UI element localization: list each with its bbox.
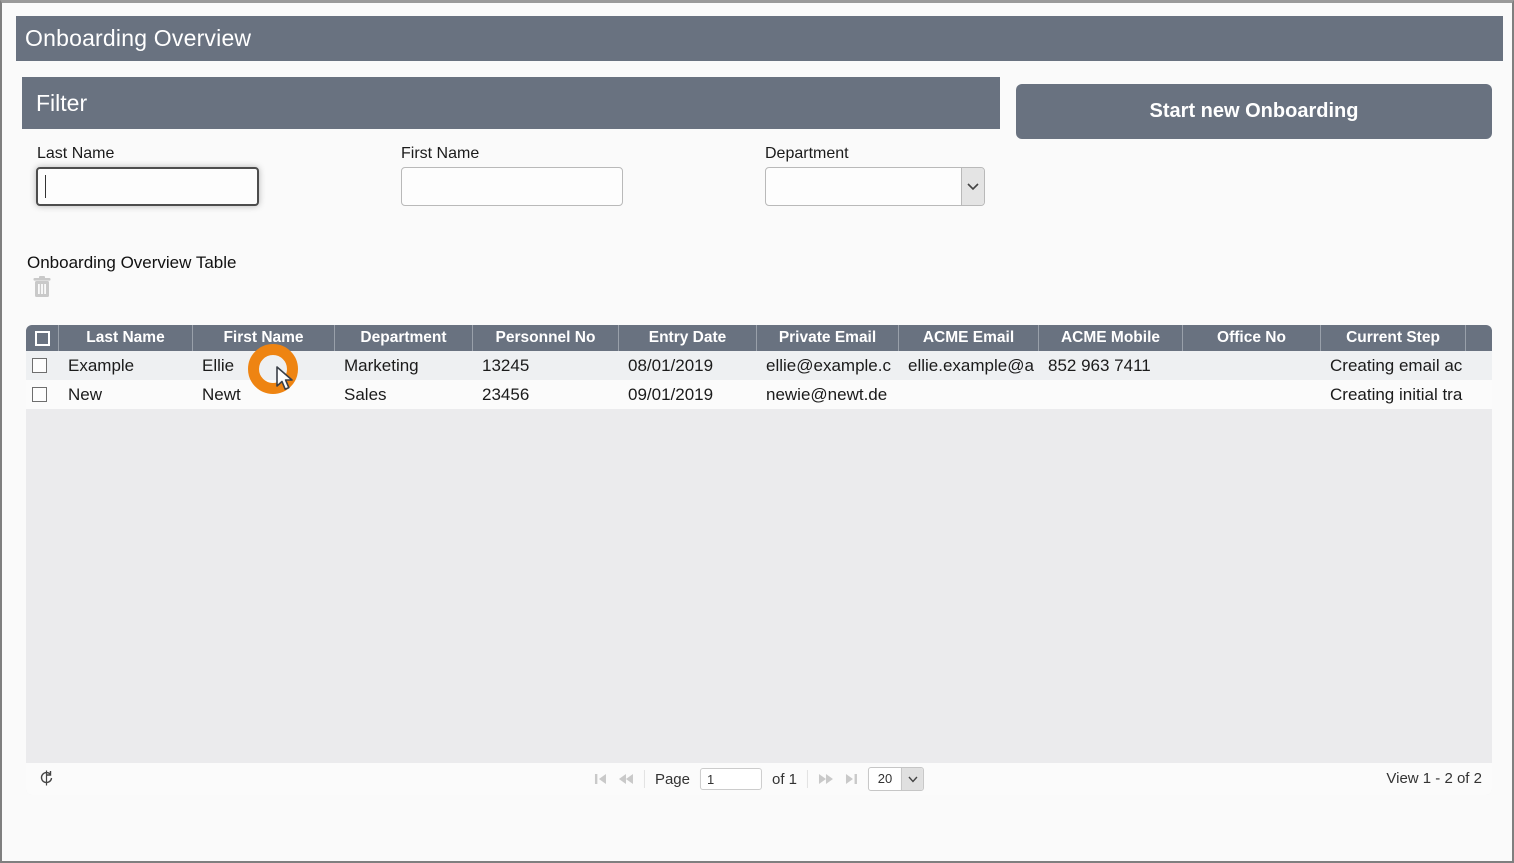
cell-current-step: Creating email ac bbox=[1330, 356, 1463, 375]
row-checkbox[interactable] bbox=[32, 358, 47, 373]
select-all-checkbox[interactable] bbox=[34, 330, 50, 346]
cell-first-name: Newt bbox=[202, 385, 241, 404]
cell-last-name: Example bbox=[68, 356, 135, 375]
pagination-controls: Page of 1 20 bbox=[594, 763, 925, 795]
trash-icon[interactable] bbox=[32, 276, 52, 298]
page-prev-icon[interactable] bbox=[618, 772, 634, 786]
chevron-down-icon bbox=[901, 768, 924, 790]
table-empty-area bbox=[26, 409, 1492, 763]
page-first-icon[interactable] bbox=[594, 772, 608, 786]
select-all-header-cell bbox=[26, 325, 58, 351]
page-last-icon[interactable] bbox=[844, 772, 858, 786]
last-name-input[interactable] bbox=[36, 167, 259, 206]
department-label: Department bbox=[765, 145, 849, 162]
first-name-input[interactable] bbox=[401, 167, 623, 206]
refresh-icon[interactable] bbox=[37, 770, 55, 788]
column-header-entry-date[interactable]: Entry Date bbox=[618, 325, 756, 351]
cell-acme-email: ellie.example@a bbox=[908, 356, 1034, 375]
column-header-department[interactable]: Department bbox=[334, 325, 472, 351]
table-row[interactable]: Example Ellie Marketing 13245 08/01/2019 elli… bbox=[26, 351, 1492, 380]
table-footer: Page of 1 20 View 1 - 2 of 2 bbox=[26, 763, 1492, 795]
chevron-down-icon[interactable] bbox=[961, 168, 984, 205]
cell-personnel-no: 13245 bbox=[482, 356, 530, 375]
row-checkbox-cell bbox=[26, 387, 58, 402]
cell-acme-mobile: 852 963 7411 bbox=[1048, 356, 1151, 375]
page-size-value: 20 bbox=[877, 771, 893, 786]
cell-personnel-no: 23456 bbox=[482, 385, 530, 404]
view-range-label: View 1 - 2 of 2 bbox=[1386, 770, 1482, 787]
column-header-acme-email[interactable]: ACME Email bbox=[898, 325, 1038, 351]
department-select[interactable] bbox=[765, 167, 985, 206]
row-checkbox[interactable] bbox=[32, 387, 47, 402]
pager-divider bbox=[643, 770, 645, 788]
column-header-first-name[interactable]: First Name bbox=[192, 325, 334, 351]
first-name-label: First Name bbox=[401, 145, 480, 162]
text-caret bbox=[45, 175, 46, 198]
page-title: Onboarding Overview bbox=[16, 16, 1503, 61]
cell-entry-date: 09/01/2019 bbox=[628, 385, 714, 404]
pager-divider bbox=[807, 770, 809, 788]
cell-private-email: newie@newt.de bbox=[766, 385, 888, 404]
table-row[interactable]: New Newt Sales 23456 09/01/2019 newie@newt.de… bbox=[26, 380, 1492, 409]
department-selected-value bbox=[766, 168, 961, 205]
page-of-label: of 1 bbox=[772, 770, 798, 788]
page-label: Page bbox=[654, 770, 691, 788]
cell-first-name: Ellie bbox=[202, 356, 235, 375]
app-window: Onboarding Overview Filter Start new Onb… bbox=[0, 0, 1514, 863]
row-checkbox-cell bbox=[26, 358, 58, 373]
table-header-row: Last Name First Name Department Personnel N… bbox=[26, 325, 1492, 351]
table-caption: Onboarding Overview Table bbox=[27, 253, 237, 272]
start-new-onboarding-button[interactable]: Start new Onboarding bbox=[1016, 84, 1492, 139]
page-size-select[interactable]: 20 bbox=[868, 767, 925, 791]
cell-department: Sales bbox=[344, 385, 387, 404]
cell-last-name: New bbox=[68, 385, 103, 404]
column-header-office-no[interactable]: Office No bbox=[1182, 325, 1320, 351]
column-header-last-name[interactable]: Last Name bbox=[58, 325, 192, 351]
page-next-icon[interactable] bbox=[818, 772, 834, 786]
page-number-input[interactable] bbox=[700, 768, 763, 790]
column-header-personnel-no[interactable]: Personnel No bbox=[472, 325, 618, 351]
onboarding-overview-table: Last Name First Name Department Personnel N… bbox=[26, 325, 1492, 795]
column-header-private-email[interactable]: Private Email bbox=[756, 325, 898, 351]
filter-section-header: Filter bbox=[22, 77, 1000, 129]
cell-current-step: Creating initial tra bbox=[1330, 385, 1463, 404]
column-header-current-step[interactable]: Current Step bbox=[1320, 325, 1465, 351]
column-header-acme-mobile[interactable]: ACME Mobile bbox=[1038, 325, 1182, 351]
cell-private-email: ellie@example.c bbox=[766, 356, 891, 375]
table-body: Example Ellie Marketing 13245 08/01/2019 elli… bbox=[26, 351, 1492, 409]
cell-entry-date: 08/01/2019 bbox=[628, 356, 714, 375]
last-name-label: Last Name bbox=[37, 145, 115, 162]
column-header-spacer bbox=[1465, 325, 1492, 351]
cell-department: Marketing bbox=[344, 356, 419, 375]
